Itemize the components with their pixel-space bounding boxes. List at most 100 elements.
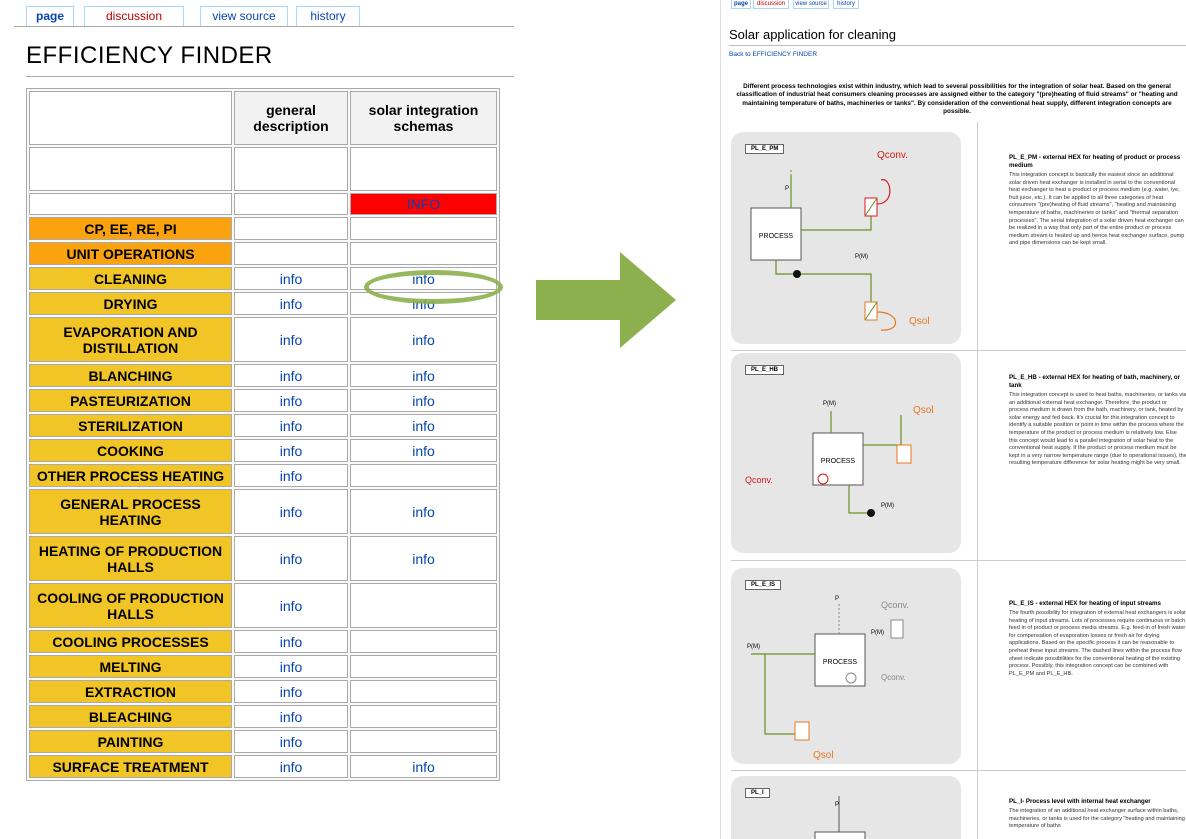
solar-integration-link[interactable]: info xyxy=(350,364,497,387)
qsol-label: Qsol xyxy=(909,316,930,327)
schema-diagram-pl-i: P xyxy=(814,796,866,839)
page-title: EFFICIENCY FINDER xyxy=(26,42,273,69)
back-link[interactable]: Back to EFFICIENCY FINDER xyxy=(729,51,817,58)
tab-view-source[interactable]: view source xyxy=(793,0,829,9)
tab-view-source[interactable]: view source xyxy=(200,6,288,26)
solar-integration-link xyxy=(350,680,497,703)
category-cell: PAINTING xyxy=(29,730,232,753)
general-description-link[interactable]: info xyxy=(234,630,348,653)
category-cell: DRYING xyxy=(29,292,232,315)
schema-text: The fourth possibility for integration o… xyxy=(1009,610,1186,677)
solar-application-page: page discussion view source history Sola… xyxy=(720,0,1186,839)
schema-diagram-pl-e-pm: PROCESS P Qconv. Qsol P(M) xyxy=(750,150,930,331)
qsol-label: Qsol xyxy=(813,750,834,761)
tab-discussion[interactable]: discussion xyxy=(84,6,184,26)
solar-integration-link[interactable]: info xyxy=(350,439,497,462)
qconv-label: Qconv. xyxy=(881,600,909,610)
tab-page[interactable]: page xyxy=(26,6,74,26)
general-description-link[interactable]: info xyxy=(234,583,348,628)
solar-integration-link xyxy=(350,217,497,240)
general-description-link xyxy=(234,242,348,265)
category-cell: UNIT OPERATIONS xyxy=(29,242,232,265)
title-divider xyxy=(729,45,1186,46)
efficiency-finder-page: page discussion view source history EFFI… xyxy=(14,0,514,839)
solar-integration-link xyxy=(350,730,497,753)
schema-description-pl-e-is: PL_E_IS - external HEX for heating of in… xyxy=(1009,600,1186,678)
blank-cell xyxy=(234,193,348,215)
solar-integration-link[interactable]: info xyxy=(350,755,497,778)
table-row: HEATING OF PRODUCTION HALLS info info xyxy=(29,536,497,581)
table-row: EXTRACTION info xyxy=(29,680,497,703)
tabs-underline xyxy=(14,26,514,27)
tab-history[interactable]: history xyxy=(296,6,360,26)
solar-integration-link[interactable]: info xyxy=(350,389,497,412)
category-cell: PASTEURIZATION xyxy=(29,389,232,412)
table-row: COOLING PROCESSES info xyxy=(29,630,497,653)
info-row: INFO xyxy=(29,193,497,215)
blank-cell xyxy=(234,147,348,191)
right-arrow-icon xyxy=(536,252,676,348)
general-description-link[interactable]: info xyxy=(234,730,348,753)
general-description-link[interactable]: info xyxy=(234,755,348,778)
tab-discussion[interactable]: discussion xyxy=(753,0,789,9)
category-cell: COOKING xyxy=(29,439,232,462)
tab-history[interactable]: history xyxy=(833,0,859,9)
table-row: OTHER PROCESS HEATING info xyxy=(29,464,497,487)
category-cell: GENERAL PROCESS HEATING xyxy=(29,489,232,534)
general-description-link[interactable]: info xyxy=(234,389,348,412)
title-divider xyxy=(26,76,514,77)
solar-integration-link xyxy=(350,630,497,653)
schema-description-pl-e-hb: PL_E_HB - external HEX for heating of ba… xyxy=(1009,374,1186,468)
header-solar-integration-schemas: solar integration schemas xyxy=(350,91,497,145)
general-description-link[interactable]: info xyxy=(234,680,348,703)
pm-label: P(M) xyxy=(855,254,868,260)
general-description-link[interactable]: info xyxy=(234,364,348,387)
general-description-link[interactable]: info xyxy=(234,292,348,315)
general-description-link[interactable]: info xyxy=(234,317,348,362)
general-description-link[interactable]: info xyxy=(234,414,348,437)
schema-panel-pl-e-is: PL_E_IS PROCESS P P(M) Qsol Qconv. Qconv… xyxy=(731,568,961,764)
category-cell: BLEACHING xyxy=(29,705,232,728)
pm-label: P(M) xyxy=(823,401,836,407)
page-title: Solar application for cleaning xyxy=(729,27,896,42)
general-description-link[interactable]: info xyxy=(234,464,348,487)
schema-diagram-pl-e-hb: PROCESS P(M) Qsol Qconv. P(M) xyxy=(745,401,934,517)
qconv-label: Qconv. xyxy=(745,475,773,485)
general-description-link[interactable]: info xyxy=(234,439,348,462)
solar-integration-link xyxy=(350,242,497,265)
category-cell: OTHER PROCESS HEATING xyxy=(29,464,232,487)
blank-cell xyxy=(29,193,232,215)
efficiency-table: general description solar integration sc… xyxy=(26,88,500,781)
general-description-link[interactable]: info xyxy=(234,536,348,581)
schema-text: This integration concept is used to heat… xyxy=(1009,392,1186,467)
schema-panel-pl-e-hb: PL_E_HB PROCESS P(M) Qsol Qconv. P(M) xyxy=(731,353,961,553)
solar-integration-link xyxy=(350,583,497,628)
table-row: MELTING info xyxy=(29,655,497,678)
category-cell: COOLING PROCESSES xyxy=(29,630,232,653)
solar-integration-link[interactable]: info xyxy=(350,536,497,581)
category-cell: SURFACE TREATMENT xyxy=(29,755,232,778)
info-box-link[interactable]: INFO xyxy=(350,193,497,215)
schema-diagram-pl-e-is: PROCESS P P(M) Qsol Qconv. Qconv. P(M) xyxy=(747,596,909,761)
solar-integration-link[interactable]: info xyxy=(350,317,497,362)
qconv-label: Qconv. xyxy=(877,150,908,161)
qsol-label: Qsol xyxy=(913,405,934,416)
section-divider xyxy=(731,560,1186,561)
pm-label: P(M) xyxy=(747,644,760,650)
solar-integration-link[interactable]: info xyxy=(350,414,497,437)
general-description-link[interactable]: info xyxy=(234,267,348,290)
category-cell: BLANCHING xyxy=(29,364,232,387)
process-label: PROCESS xyxy=(823,659,858,666)
pm-label-2: P(M) xyxy=(871,630,884,636)
table-row: BLANCHING info info xyxy=(29,364,497,387)
table-row: CP, EE, RE, PI xyxy=(29,217,497,240)
solar-integration-link[interactable]: info xyxy=(350,489,497,534)
general-description-link[interactable]: info xyxy=(234,705,348,728)
general-description-link[interactable]: info xyxy=(234,489,348,534)
tab-page[interactable]: page xyxy=(731,0,751,9)
p-label: P xyxy=(785,186,789,192)
general-description-link[interactable]: info xyxy=(234,655,348,678)
schema-heading: PL_E_IS - external HEX for heating of in… xyxy=(1009,600,1161,607)
pm-label-2: P(M) xyxy=(881,503,894,509)
schema-panel-pl-e-pm: PL_E_PM PROCESS P Qconv. Qsol P(M) xyxy=(731,132,961,344)
